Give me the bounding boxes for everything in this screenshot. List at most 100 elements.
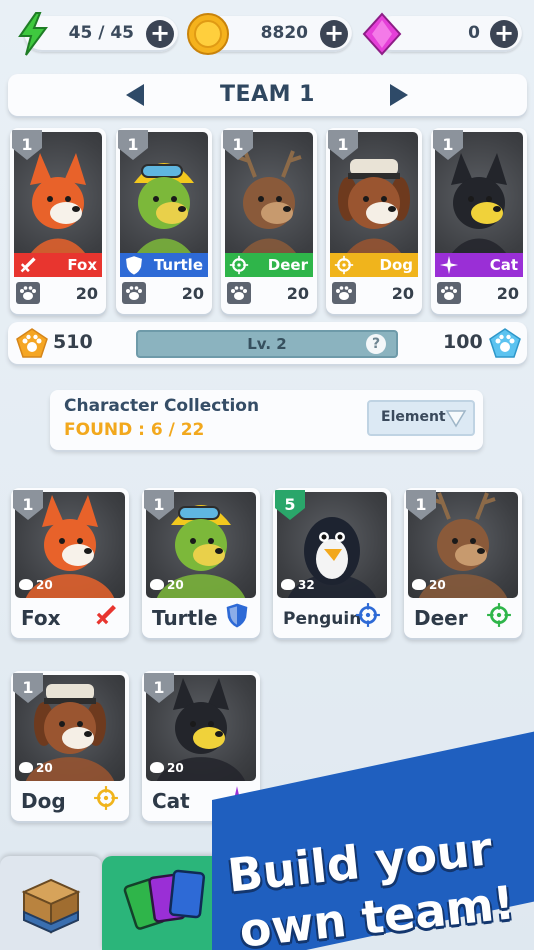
dropdown-triangle-icon	[445, 410, 467, 428]
defense-power-value: 100	[443, 331, 483, 353]
level-number: 1	[127, 135, 139, 154]
power-value: 20	[167, 761, 184, 775]
character-name: Turtle	[153, 256, 203, 274]
level-progress-bar: Lv. 2 ?	[136, 330, 398, 358]
shield-icon	[226, 603, 248, 628]
character-name: Deer	[414, 606, 468, 630]
gem-value: 0	[468, 23, 480, 43]
character-name: Cat	[152, 789, 190, 813]
paw-icon	[122, 282, 146, 304]
paw-icon	[19, 579, 33, 590]
level-number: 1	[337, 135, 349, 154]
element-filter-label: Element	[381, 409, 446, 425]
add-coins-button[interactable]: +	[320, 20, 348, 48]
level-number: 1	[153, 495, 165, 514]
team-title: TEAM 1	[220, 82, 315, 107]
level-number: 1	[415, 495, 427, 514]
power-row: 20	[330, 280, 418, 308]
paw-icon	[16, 282, 40, 304]
resource-bar: 45 / 45 + 8820 + 0 +	[14, 12, 524, 56]
character-name: Turtle	[152, 606, 218, 630]
power-row: 20	[150, 578, 184, 592]
tab-team[interactable]	[102, 856, 230, 950]
collection-found-count: FOUND : 6 / 22	[64, 420, 205, 440]
character-name: Penguin	[283, 609, 362, 629]
shield-icon	[126, 256, 142, 275]
power-value: 20	[286, 284, 309, 303]
cards-icon	[123, 869, 206, 930]
level-number: 1	[21, 135, 33, 154]
paw-icon	[281, 579, 295, 590]
character-name: Cat	[489, 256, 518, 274]
power-value: 32	[298, 578, 315, 592]
add-gems-button[interactable]: +	[490, 20, 518, 48]
character-name: Fox	[67, 256, 97, 274]
name-bar: Fox	[14, 253, 102, 277]
level-number: 5	[284, 495, 296, 514]
help-icon[interactable]: ?	[366, 334, 386, 354]
level-number: 1	[22, 495, 34, 514]
power-value: 20	[167, 578, 184, 592]
power-row: 32	[281, 578, 315, 592]
collection-card-fox[interactable]: 1 20 Fox	[11, 488, 129, 638]
team-card-fox[interactable]: 1 Fox 20	[10, 128, 106, 314]
crosshair-icon	[94, 786, 118, 810]
power-row: 20	[19, 578, 53, 592]
paw-pentagon-blue-icon	[489, 328, 521, 358]
element-filter-dropdown[interactable]: Element	[367, 400, 475, 436]
character-collection-panel: Character Collection FOUND : 6 / 22 Elem…	[50, 390, 483, 450]
next-team-arrow-icon[interactable]	[390, 84, 408, 106]
paw-icon	[227, 282, 251, 304]
collection-title: Character Collection	[64, 396, 260, 416]
collection-card-deer[interactable]: 1 20 Deer	[404, 488, 522, 638]
paw-pentagon-orange-icon	[16, 328, 48, 358]
power-value: 20	[496, 284, 519, 303]
treasure-box-icon	[21, 878, 81, 934]
power-value: 20	[429, 578, 446, 592]
character-name: Deer	[267, 256, 308, 274]
name-bar: Turtle	[120, 253, 208, 277]
power-row: 20	[225, 280, 313, 308]
power-row: 20	[435, 280, 523, 308]
power-row: 20	[412, 578, 446, 592]
power-value: 20	[36, 578, 53, 592]
power-row: 20	[19, 761, 53, 775]
collection-card-penguin[interactable]: 5 32 Penguin	[273, 488, 391, 638]
power-row: 20	[14, 280, 102, 308]
attack-power-value: 510	[53, 331, 93, 353]
collection-card-turtle[interactable]: 1 20 Turtle	[142, 488, 260, 638]
sword-icon	[96, 605, 116, 625]
paw-icon	[437, 282, 461, 304]
team-selector: TEAM 1	[8, 74, 527, 116]
paw-icon	[412, 579, 426, 590]
sword-icon	[20, 257, 36, 273]
collection-card-dog[interactable]: 1 20 Dog	[11, 671, 129, 821]
name-bar: Cat	[435, 253, 523, 277]
power-value: 20	[181, 284, 204, 303]
gem-icon	[362, 12, 402, 56]
character-name: Dog	[21, 789, 66, 813]
character-name: Fox	[21, 606, 61, 630]
crosshair-icon	[334, 255, 354, 275]
power-value: 20	[36, 761, 53, 775]
lightning-icon	[18, 12, 48, 56]
level-label: Lv. 2	[247, 335, 287, 353]
power-row: 20	[150, 761, 184, 775]
coin-value: 8820	[260, 23, 308, 43]
team-card-cat[interactable]: 1 Cat 20	[431, 128, 527, 314]
name-bar: Dog	[330, 253, 418, 277]
tab-shop[interactable]	[0, 856, 102, 950]
paw-icon	[150, 762, 164, 773]
add-energy-button[interactable]: +	[146, 20, 174, 48]
level-number: 1	[22, 678, 34, 697]
team-card-dog[interactable]: 1 Dog 20	[326, 128, 422, 314]
paw-icon	[150, 579, 164, 590]
power-row: 20	[120, 280, 208, 308]
coin-icon	[187, 13, 229, 55]
paw-icon	[332, 282, 356, 304]
team-card-deer[interactable]: 1 Deer 20	[221, 128, 317, 314]
paw-icon	[19, 762, 33, 773]
team-level-row: 510 Lv. 2 ? 100	[8, 322, 527, 364]
team-card-turtle[interactable]: 1 Turtle 20	[116, 128, 212, 314]
power-value: 20	[391, 284, 414, 303]
